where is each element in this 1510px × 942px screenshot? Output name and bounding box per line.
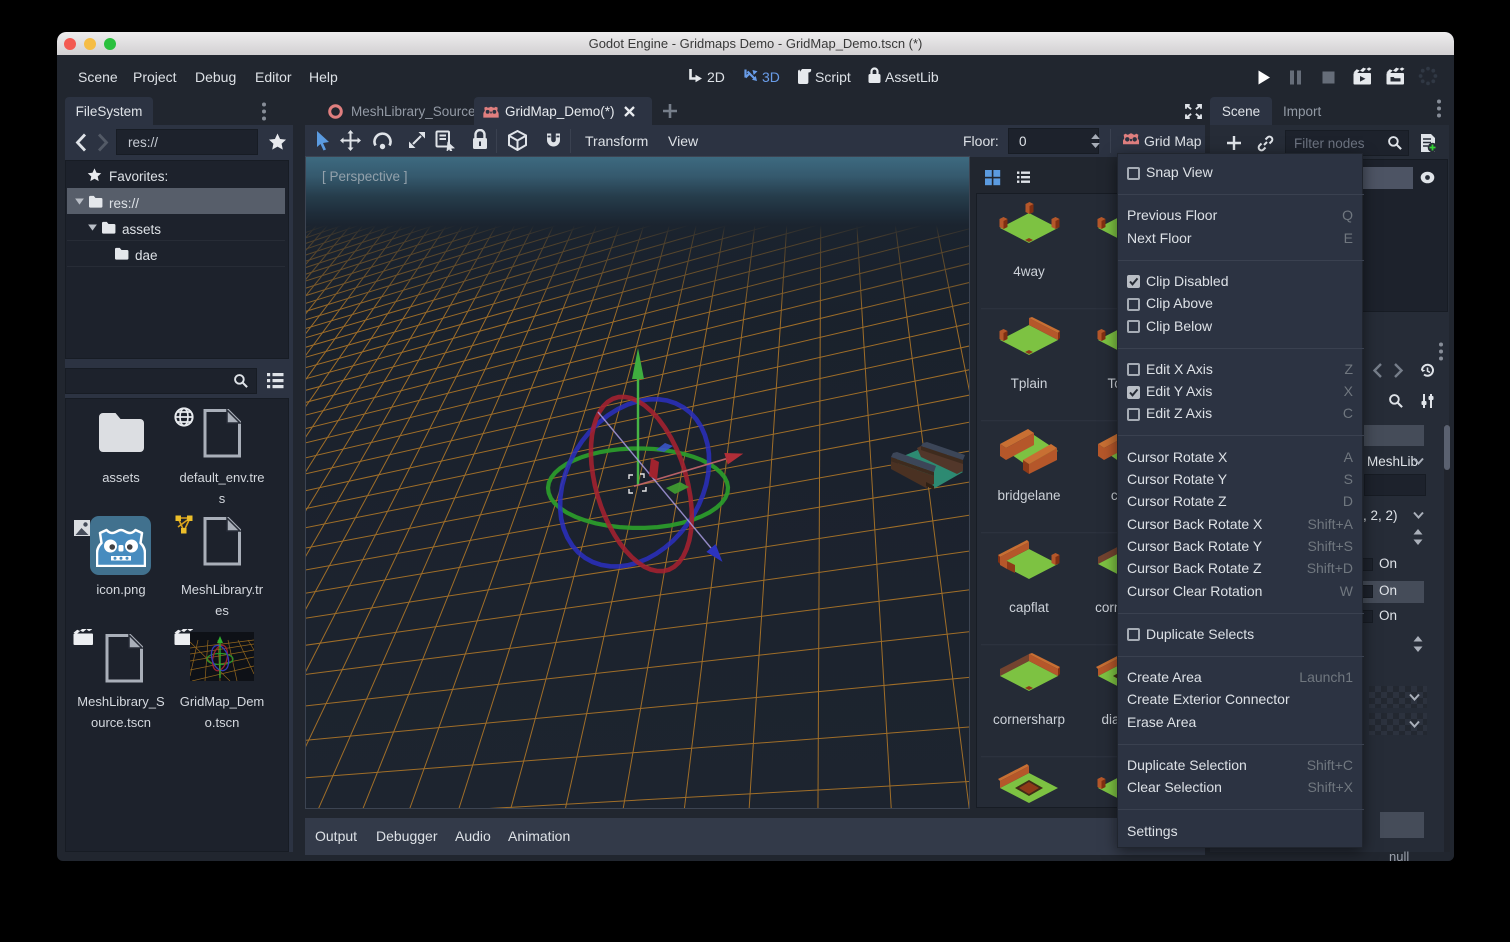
svg-text:[ Perspective ]: [ Perspective ] <box>322 169 408 184</box>
